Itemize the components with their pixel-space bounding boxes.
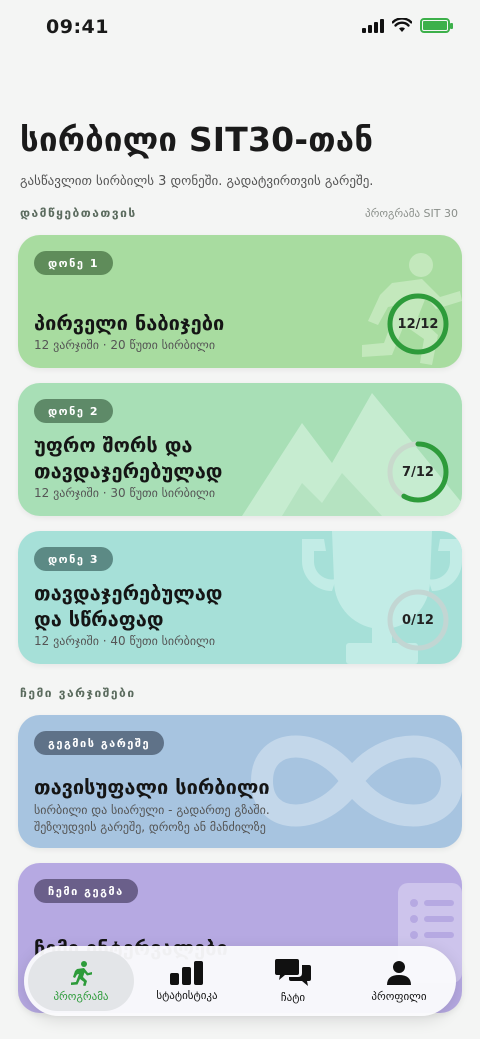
nav-item-chat[interactable]: ჩატი [240,951,346,1011]
page-title: სირბილი SIT30-თან [20,120,374,159]
nav-label: პროგრამა [53,989,109,1003]
level-title: პირველი ნაბიჯები [34,311,225,335]
infinity-icon [250,735,462,827]
level-details: 12 ვარჯიში · 30 წუთი სირბილი [34,486,216,500]
level-details: 12 ვარჯიში · 40 წუთი სირბილი [34,634,216,648]
nav-item-program[interactable]: პროგრამა [28,951,134,1011]
section-heading-my-workouts: ჩემი ვარჯიშები [20,686,136,700]
status-bar: 09:41 [0,0,480,54]
status-time: 09:41 [46,16,109,38]
level-title-line-1: თავდაჯერებულად [34,581,223,605]
program-name: პროგრამა SIT 30 [365,207,458,220]
nav-label: ჩატი [280,990,306,1004]
person-icon [387,960,411,985]
nav-item-profile[interactable]: პროფილი [346,951,452,1011]
nav-label: პროფილი [371,989,427,1003]
battery-icon [420,18,453,33]
level-details: 12 ვარჯიში · 20 წუთი სირბილი [34,338,216,352]
level-title-line-1: უფრო შორს და [34,433,193,457]
workout-badge: ჩემი გეგმა [34,879,138,903]
level-title-line-2: და სწრაფად [34,607,164,631]
level-1-card[interactable]: დონე 1 პირველი ნაბიჯები 12 ვარჯიში · 20 … [18,235,462,368]
workout-desc-line-2: შეზღუდვის გარეშე, დროზე ან მანძილზე [34,820,266,834]
progress-label: 7/12 [402,464,434,480]
workout-desc-line-1: სირბილი და სიარული - გადართე გზაში. [34,803,270,817]
level-badge: დონე 3 [34,547,113,571]
page-subtitle: გასწავლით სირბილს 3 დონეში. გადატვირთვის… [20,174,374,189]
chat-bubbles-icon [275,958,311,986]
running-icon [71,960,92,986]
level-title-line-2: თავდაჯერებულად [34,459,223,483]
section-heading-beginners: დამწყებთათვის [20,206,137,220]
nav-item-statistics[interactable]: სტატისტიკა [134,951,240,1011]
progress-label: 12/12 [397,316,439,332]
free-run-card[interactable]: გეგმის გარეშე თავისუფალი სირბილი სირბილი… [18,715,462,848]
status-icons [362,18,453,33]
nav-label: სტატისტიკა [156,988,218,1002]
bottom-navigation: პროგრამა სტატისტიკა ჩატი პროფილი [24,946,456,1016]
progress-ring: 0/12 [386,588,450,652]
progress-ring: 7/12 [386,440,450,504]
workout-title: თავისუფალი სირბილი [34,775,270,799]
level-3-card[interactable]: დონე 3 თავდაჯერებულად და სწრაფად 12 ვარჯ… [18,531,462,664]
progress-ring: 12/12 [386,292,450,356]
workout-badge: გეგმის გარეშე [34,731,165,755]
bar-chart-icon [170,960,203,985]
level-badge: დონე 1 [34,251,113,275]
progress-label: 0/12 [402,612,434,628]
cellular-signal-icon [362,18,384,33]
level-badge: დონე 2 [34,399,113,423]
level-2-card[interactable]: დონე 2 უფრო შორს და თავდაჯერებულად 12 ვა… [18,383,462,516]
wifi-icon [392,18,412,32]
